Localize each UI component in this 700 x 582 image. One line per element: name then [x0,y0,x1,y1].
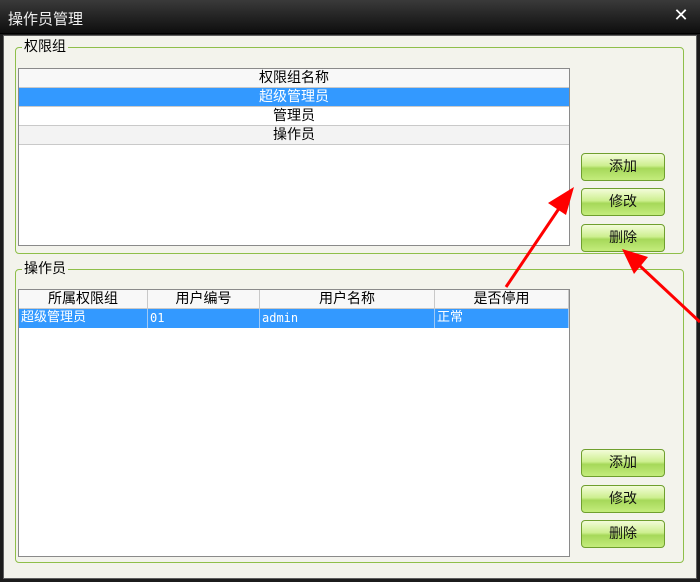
window-title: 操作员管理 [8,10,84,28]
permission-group-legend: 权限组 [22,39,68,55]
operator-table[interactable]: 所属权限组 用户编号 用户名称 是否停用 超级管理员 01 admin 正常 [18,289,570,557]
operator-edit-button[interactable]: 修改 [581,485,665,513]
operator-management-window: 操作员管理 ✕ 权限组 权限组名称 超级管理员 管理员 操作员 添加 修改 删除… [0,0,700,582]
permission-group-header[interactable]: 权限组名称 [19,69,569,88]
cell-status: 正常 [435,309,569,328]
table-row[interactable]: 超级管理员 01 admin 正常 [19,309,569,328]
client-area: 权限组 权限组名称 超级管理员 管理员 操作员 添加 修改 删除 操作员 所属权… [3,35,697,579]
table-row[interactable]: 操作员 [19,126,569,145]
column-header-user-name[interactable]: 用户名称 [260,290,435,308]
column-header-disabled[interactable]: 是否停用 [435,290,569,308]
column-header-user-id[interactable]: 用户编号 [148,290,260,308]
column-header-group[interactable]: 所属权限组 [19,290,148,308]
operator-delete-button[interactable]: 删除 [581,520,665,548]
group-add-button[interactable]: 添加 [581,153,665,181]
operator-legend: 操作员 [22,261,68,277]
cell-user-id: 01 [148,309,260,328]
group-delete-button[interactable]: 删除 [581,224,665,252]
operator-table-header: 所属权限组 用户编号 用户名称 是否停用 [19,290,569,309]
cell-user-name: admin [260,309,435,328]
title-bar: 操作员管理 ✕ [0,0,700,34]
close-icon[interactable]: ✕ [672,6,690,26]
operator-add-button[interactable]: 添加 [581,449,665,477]
table-row[interactable]: 超级管理员 [19,88,569,107]
cell-group: 超级管理员 [19,309,148,328]
permission-group-table[interactable]: 权限组名称 超级管理员 管理员 操作员 [18,68,570,246]
group-edit-button[interactable]: 修改 [581,188,665,216]
table-row[interactable]: 管理员 [19,107,569,126]
